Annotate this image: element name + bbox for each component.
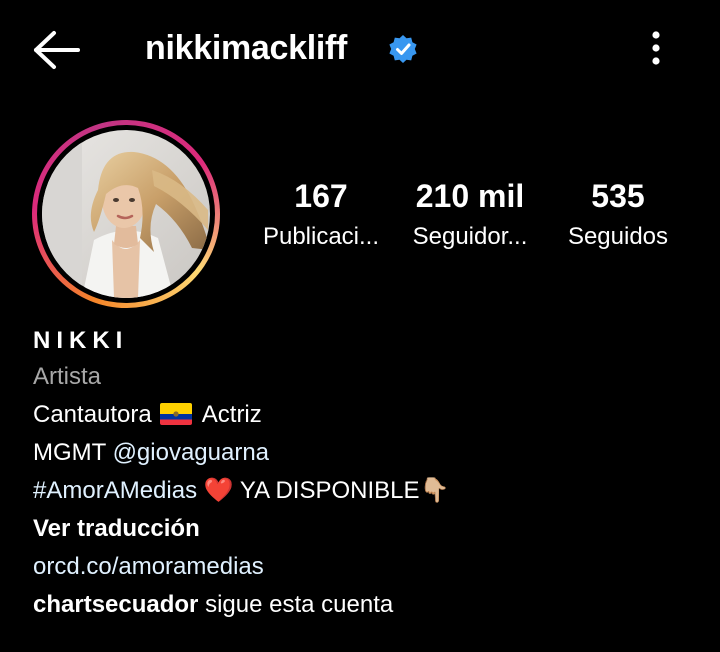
see-translation-button[interactable]: Ver traducción xyxy=(33,514,200,544)
arrow-left-icon xyxy=(34,31,80,69)
follower-username[interactable]: chartsecuador xyxy=(33,591,198,618)
followed-by-suffix: sigue esta cuenta xyxy=(198,591,394,618)
avatar-frame xyxy=(37,125,215,303)
bio-text: Actriz xyxy=(201,401,262,428)
story-ring[interactable] xyxy=(32,120,220,308)
more-vertical-icon xyxy=(652,31,660,65)
back-button[interactable] xyxy=(30,28,82,72)
bio-text: Cantautora xyxy=(33,401,152,428)
avatar[interactable] xyxy=(42,130,210,298)
bio-line-2: MGMT @giovaguarna xyxy=(33,438,269,468)
heart-emoji-icon: ❤️ xyxy=(203,477,234,504)
pointing-down-emoji-icon: 👇🏼 xyxy=(419,477,450,504)
stat-followers[interactable]: 210 mil Seguidor... xyxy=(403,176,537,252)
ecuador-flag-icon xyxy=(160,403,193,425)
profile-category: Artista xyxy=(33,363,102,390)
stat-followers-value: 210 mil xyxy=(415,178,525,214)
bio-line-3: #AmorAMedias ❤️ YA DISPONIBLE👇🏼 xyxy=(33,476,449,506)
stat-posts[interactable]: 167 Publicaci... xyxy=(252,176,390,252)
profile-website-link[interactable]: orcd.co/amoramedias xyxy=(33,552,264,582)
top-bar: nikkimackliff xyxy=(0,0,720,96)
hashtag-link[interactable]: #AmorAMedias xyxy=(33,477,197,504)
stat-following-label: Seguidos xyxy=(567,223,669,250)
followed-by-text[interactable]: chartsecuador sigue esta cuenta xyxy=(33,590,393,620)
bio-text: YA DISPONIBLE xyxy=(239,477,420,504)
more-options-button[interactable] xyxy=(636,28,676,68)
stat-posts-value: 167 xyxy=(294,178,348,214)
bio-line-1: Cantautora Actriz xyxy=(33,400,262,430)
profile-photo xyxy=(42,130,210,298)
profile-username: nikkimackliff xyxy=(145,29,348,67)
stat-following-value: 535 xyxy=(591,178,645,214)
stat-posts-label: Publicaci... xyxy=(262,223,380,250)
mention-link[interactable]: @giovaguarna xyxy=(113,439,269,466)
verified-badge-icon xyxy=(388,34,418,64)
profile-display-name: NIKKI xyxy=(33,327,129,354)
bio-text: MGMT xyxy=(33,439,106,466)
stat-following[interactable]: 535 Seguidos xyxy=(556,176,680,252)
stat-followers-label: Seguidor... xyxy=(412,223,528,250)
